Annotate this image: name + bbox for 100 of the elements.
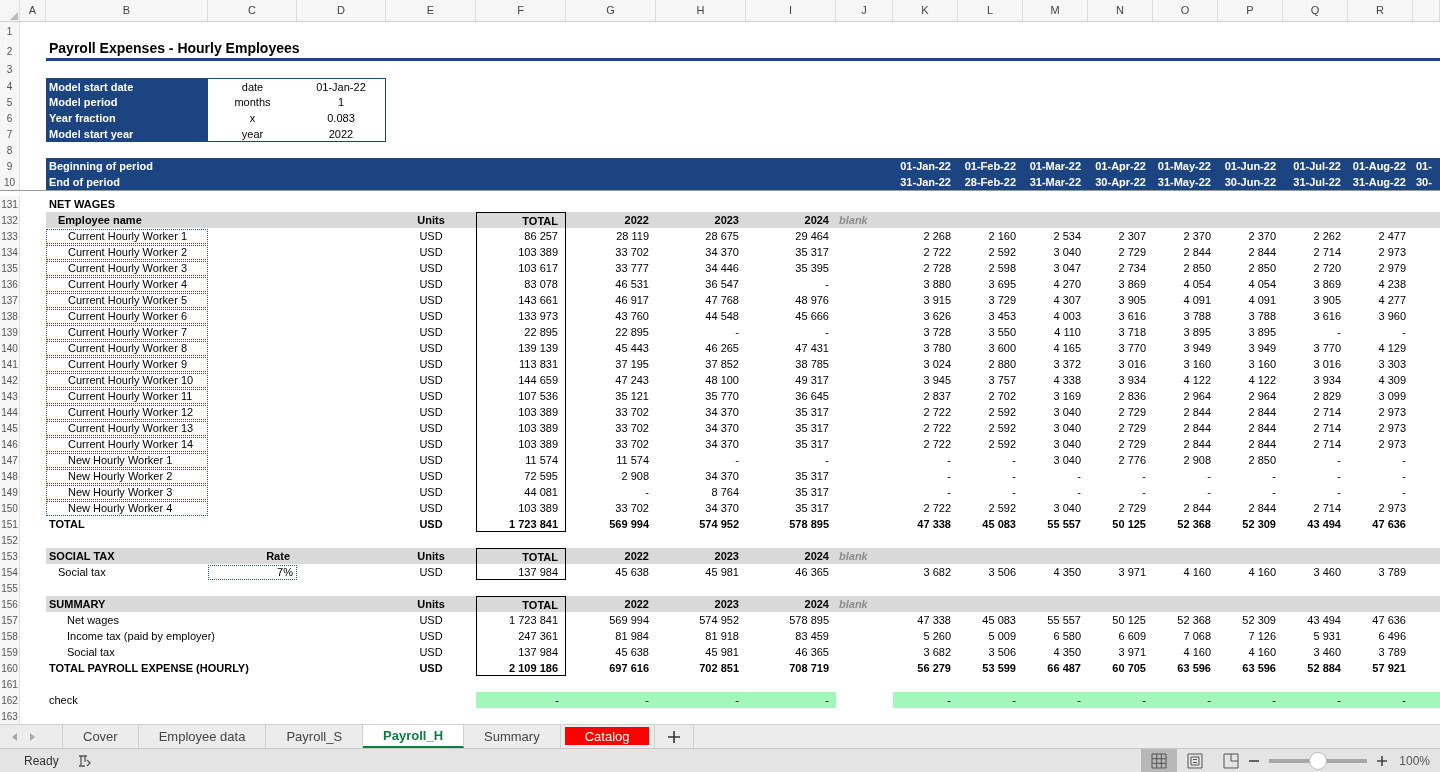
table-cell: Current Hourly Worker 10	[46, 372, 208, 388]
table-cell-text: USD	[418, 325, 444, 340]
table-cell-text: 3 757	[987, 373, 1017, 388]
table-cell-text: 2 844	[1247, 501, 1277, 516]
row-number: 134	[0, 244, 20, 260]
column-header[interactable]: N	[1088, 0, 1153, 21]
table-cell-text: 3 729	[987, 293, 1017, 308]
table-cell-text: 3 934	[1312, 373, 1342, 388]
column-header[interactable]: K	[893, 0, 958, 21]
table-cell-text: 2 908	[620, 469, 650, 484]
table-cell-text: -	[1401, 485, 1407, 500]
macro-icon	[76, 753, 91, 768]
table-cell-text: 3 040	[1052, 421, 1082, 436]
row-number: 9	[0, 158, 20, 174]
row-number: 150	[0, 500, 20, 516]
column-header[interactable]: F	[476, 0, 566, 21]
table-cell-text: 2 844	[1247, 421, 1277, 436]
scroll-left-icon[interactable]	[11, 731, 18, 742]
table-cell-text: 48 100	[704, 373, 740, 388]
table-cell-text: 5 009	[987, 629, 1017, 644]
slider-thumb[interactable]	[1309, 751, 1328, 770]
table-cell-text: -	[946, 453, 952, 468]
scroll-right-icon[interactable]	[29, 731, 36, 742]
column-header[interactable]: J	[836, 0, 893, 21]
table-cell-text: TOTAL PAYROLL EXPENSE (HOURLY)	[48, 661, 250, 676]
table-cell: 22 895	[476, 324, 566, 340]
table-cell-text: 3 789	[1377, 645, 1407, 660]
column-header[interactable]: R	[1348, 0, 1413, 21]
row-number: 154	[0, 564, 20, 580]
table-cell-text: 34 370	[704, 469, 740, 484]
table-cell-text: 35 317	[794, 421, 830, 436]
table-cell-text: 3 895	[1182, 325, 1212, 340]
table-cell-text: USD	[418, 309, 444, 324]
column-header[interactable]: I	[746, 0, 836, 21]
table-cell-text: 2 722	[922, 405, 952, 420]
table-cell-text: Social tax	[57, 565, 107, 580]
column-header[interactable]: E	[386, 0, 476, 21]
table-cell: 137 984	[476, 564, 566, 580]
table-cell-text: -	[1206, 469, 1212, 484]
column-header[interactable]: A	[20, 0, 46, 21]
table-cell-text: 45 083	[981, 517, 1017, 532]
table-cell: date	[208, 78, 297, 94]
table-cell-text: 2 973	[1377, 501, 1407, 516]
table-cell-text: 3 718	[1117, 325, 1147, 340]
table-cell-text: USD	[418, 277, 444, 292]
table-cell-text: 52 309	[1241, 517, 1277, 532]
table-cell-text: 35 317	[794, 437, 830, 452]
column-header[interactable]: C	[208, 0, 297, 21]
page-break-icon	[1223, 752, 1240, 769]
table-cell: 86 257	[476, 228, 566, 244]
column-header[interactable]: P	[1218, 0, 1283, 21]
zoom-level: 100%	[1399, 753, 1430, 768]
row-number: 8	[0, 142, 20, 158]
table-cell-text: USD	[418, 293, 444, 308]
column-header[interactable]: O	[1153, 0, 1218, 21]
table-cell-text: -	[1336, 469, 1342, 484]
sheet-tab[interactable]: Catalog	[564, 727, 651, 745]
table-cell-text: 3 945	[922, 373, 952, 388]
table-cell-text: 2 592	[987, 437, 1017, 452]
zoom-in-icon[interactable]	[1377, 755, 1388, 766]
row-number: 156	[0, 596, 20, 612]
table-cell: 113 831	[476, 356, 566, 372]
table-cell-text: 34 370	[704, 501, 740, 516]
column-header[interactable]: H	[656, 0, 746, 21]
table-cell-text: -	[644, 485, 650, 500]
table-cell-text: 33 702	[614, 421, 650, 436]
table-cell-text: Units	[416, 597, 446, 612]
input-cell[interactable]: 7%	[208, 564, 297, 580]
table-cell-text: -	[824, 693, 830, 708]
table-cell: 247 361	[476, 628, 566, 644]
table-cell-text: -	[1206, 485, 1212, 500]
table-cell-text: 4 160	[1247, 565, 1277, 580]
column-header[interactable]: B	[46, 0, 208, 21]
sheet-tab[interactable]: Payroll_H	[363, 725, 465, 748]
table-cell-text: 35 121	[614, 389, 650, 404]
table-cell-text: 2 534	[1052, 229, 1082, 244]
table-cell: Year fraction	[46, 110, 208, 126]
table-cell: 137 984	[476, 644, 566, 660]
column-header[interactable]: Q	[1283, 0, 1348, 21]
table-cell-text: -	[1011, 485, 1017, 500]
row-number: 7	[0, 126, 20, 142]
table-cell-text: 3 616	[1117, 309, 1147, 324]
table-cell-text: 34 446	[704, 261, 740, 276]
add-sheet-icon[interactable]	[668, 730, 681, 743]
table-cell-text: 11 574	[615, 453, 650, 468]
table-cell: Current Hourly Worker 13	[46, 420, 208, 436]
column-header[interactable]: D	[297, 0, 386, 21]
table-cell-text: 4 091	[1247, 293, 1277, 308]
table-cell-text: 3 047	[1052, 261, 1082, 276]
column-header[interactable]: G	[566, 0, 656, 21]
table-cell-text: 35 317	[794, 501, 830, 516]
table-cell-text: 3 460	[1312, 565, 1342, 580]
table-cell-text: 46 265	[704, 341, 740, 356]
column-header[interactable]: L	[958, 0, 1023, 21]
view-button[interactable]	[1141, 749, 1178, 772]
table-cell-text: Social tax	[66, 645, 116, 660]
column-header[interactable]: M	[1023, 0, 1088, 21]
table-cell-text: 49 317	[794, 373, 830, 388]
row-number: 131	[0, 196, 20, 212]
table-cell-text: Employee name	[57, 213, 143, 228]
